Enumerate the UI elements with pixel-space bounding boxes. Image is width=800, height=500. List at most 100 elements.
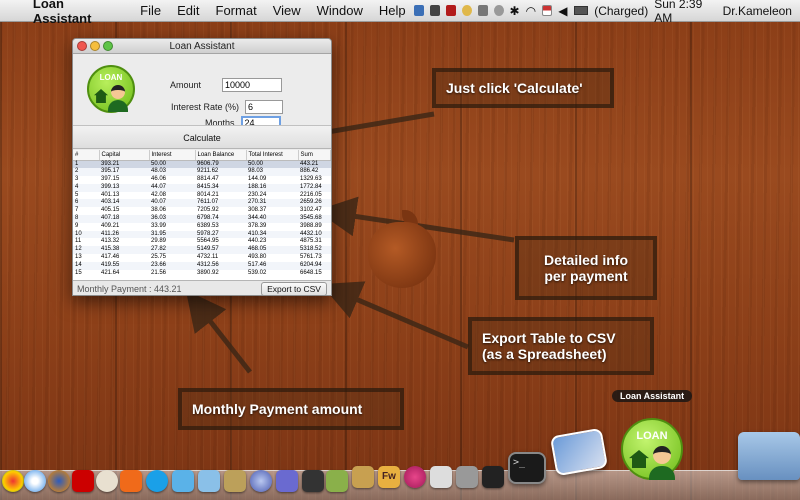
preview-icon[interactable]	[549, 427, 609, 477]
loan-assistant-dock-icon[interactable]: LOAN	[621, 418, 683, 480]
person-head-icon	[111, 85, 125, 99]
interest-rate-input[interactable]	[245, 100, 284, 114]
table-cell: 4875.31	[300, 238, 322, 245]
col-header-loan-balance[interactable]: Loan Balance	[195, 150, 247, 161]
safari-icon[interactable]	[24, 470, 46, 492]
menu-edit[interactable]: Edit	[177, 3, 199, 18]
table-row[interactable]: 7 405.15 38.06 7205.92 308.37 3102.47	[73, 207, 331, 215]
clock[interactable]: Sun 2:39 AM	[654, 0, 716, 25]
table-cell: 1	[73, 160, 99, 169]
callout-export-line2: (as a Spreadsheet)	[482, 346, 607, 362]
applications-folder-icon[interactable]	[738, 432, 800, 480]
table-cell: 395.17	[99, 168, 149, 177]
table-cell: 5	[75, 191, 79, 198]
table-cell: 40.07	[149, 199, 195, 208]
xampp-icon[interactable]	[120, 470, 142, 492]
volume-icon[interactable]: ◀	[558, 4, 567, 18]
col-header-number[interactable]: #	[73, 150, 100, 161]
table-row[interactable]: 6 403.14 40.07 7611.07 270.31 2659.26	[73, 199, 331, 208]
col-header-capital[interactable]: Capital	[99, 150, 150, 161]
table-row[interactable]: 9 409.21 33.99 6389.53 378.39 3988.89	[73, 223, 331, 231]
app-menu[interactable]: Loan Assistant	[33, 0, 122, 26]
table-cell: 8014.21	[197, 191, 219, 198]
app-icon-green[interactable]	[326, 470, 348, 492]
status-tool-icon[interactable]	[477, 5, 488, 16]
chrome-icon[interactable]	[2, 470, 24, 492]
app-icon-pen[interactable]	[352, 466, 374, 488]
callout-detailed-line1: Detailed info	[543, 252, 628, 268]
skype-icon[interactable]	[146, 470, 168, 492]
app-icon-grid[interactable]	[456, 466, 478, 488]
bluetooth-icon[interactable]: ✱	[510, 4, 520, 18]
activity-monitor-icon[interactable]	[482, 466, 504, 488]
table-row[interactable]: 3 397.15 46.06 8814.47 144.09 1329.63	[73, 176, 331, 184]
menu-file[interactable]: File	[140, 3, 161, 18]
table-row[interactable]: 1 393.21 50.00 9606.79 50.00 443.21	[73, 160, 331, 169]
payment-table[interactable]: # Capital Interest Loan Balance Total In…	[73, 150, 331, 280]
status-app-icon[interactable]	[413, 5, 424, 16]
table-row[interactable]: 8 407.18 36.03 6798.74 344.40 3545.68	[73, 215, 331, 223]
table-row[interactable]: 12 415.38 27.82 5149.57 468.05 5318.52	[73, 246, 331, 255]
table-cell: 9606.79	[195, 160, 246, 169]
loan-dock-text: LOAN	[636, 430, 668, 442]
app-icon-pink[interactable]	[404, 466, 426, 488]
table-cell: 6204.94	[298, 261, 331, 270]
amount-row: Amount	[170, 78, 283, 92]
table-row[interactable]: 14 419.55 23.66 4312.56 517.46 6204.94	[73, 261, 331, 270]
traffic-lights	[77, 41, 113, 51]
col-header-total-interest[interactable]: Total Interest	[246, 150, 299, 161]
minimize-button[interactable]	[90, 41, 100, 51]
table-cell: 419.55	[99, 261, 149, 270]
app-icon-red[interactable]	[72, 470, 94, 492]
terminal-icon[interactable]: >_	[508, 452, 546, 484]
menu-view[interactable]: View	[273, 3, 301, 18]
close-button[interactable]	[77, 41, 87, 51]
col-header-sum[interactable]: Sum	[298, 150, 331, 161]
wifi-icon[interactable]: ◠	[526, 4, 536, 18]
export-csv-button[interactable]: Export to CSV	[261, 282, 327, 295]
app-icon-star[interactable]	[96, 470, 118, 492]
table-row[interactable]: 13 417.46 25.75 4732.11 493.80 5761.73	[73, 254, 331, 262]
amount-input[interactable]	[222, 78, 283, 92]
fireworks-icon[interactable]: Fw	[378, 466, 400, 488]
table-row[interactable]: 15 421.64 21.56 3890.92 539.02 6648.15	[73, 270, 331, 278]
status-menu-icon[interactable]	[429, 5, 440, 16]
window-titlebar[interactable]: Loan Assistant	[73, 39, 331, 54]
bird-icon[interactable]	[172, 470, 194, 492]
table-cell: 4432.10	[298, 230, 331, 239]
app-icon-dark[interactable]	[302, 470, 324, 492]
menu-window[interactable]: Window	[317, 3, 363, 18]
menu-format[interactable]: Format	[216, 3, 257, 18]
firefox-icon[interactable]	[48, 470, 70, 492]
status-timemachine-icon[interactable]	[493, 5, 504, 16]
table-row[interactable]: 2 395.17 48.03 9211.62 98.03 886.42	[73, 168, 331, 177]
battery-status[interactable]: (Charged)	[594, 4, 648, 18]
calculate-button[interactable]: Calculate	[73, 125, 331, 149]
table-row[interactable]: 4 399.13 44.07 8415.34 188.16 1772.84	[73, 183, 331, 192]
table-cell: 48.03	[149, 168, 195, 177]
menu-help[interactable]: Help	[379, 3, 406, 18]
table-row[interactable]: 5 401.13 42.08 8014.21 230.24 2216.05	[73, 192, 331, 200]
status-lightbulb-icon[interactable]	[461, 5, 472, 16]
app-icon-white[interactable]	[430, 466, 452, 488]
app-icon-box[interactable]	[224, 470, 246, 492]
app-icon-purple[interactable]	[276, 470, 298, 492]
table-cell: 33.99	[151, 222, 167, 229]
table-cell: 42.08	[151, 191, 167, 198]
table-cell: 13	[75, 254, 82, 261]
status-record-icon[interactable]	[445, 5, 456, 16]
col-header-interest[interactable]: Interest	[149, 150, 196, 161]
table-row[interactable]: 10 411.26 31.95 5978.27 410.34 4432.10	[73, 230, 331, 239]
app-icon-globe[interactable]	[250, 470, 272, 492]
callout-export: Export Table to CSV (as a Spreadsheet)	[468, 317, 654, 375]
table-row[interactable]: 11 413.32 29.89 5564.95 440.23 4875.31	[73, 238, 331, 246]
user-name[interactable]: Dr.Kameleon	[723, 4, 792, 18]
table-cell: 440.23	[248, 238, 267, 245]
zoom-button[interactable]	[103, 41, 113, 51]
table-cell: 2216.05	[300, 191, 322, 198]
app-icon-cube[interactable]	[198, 470, 220, 492]
battery-icon[interactable]	[573, 6, 589, 15]
flag-icon[interactable]	[542, 5, 553, 16]
table-cell: 8814.47	[197, 176, 219, 183]
person-head-icon	[653, 446, 671, 464]
